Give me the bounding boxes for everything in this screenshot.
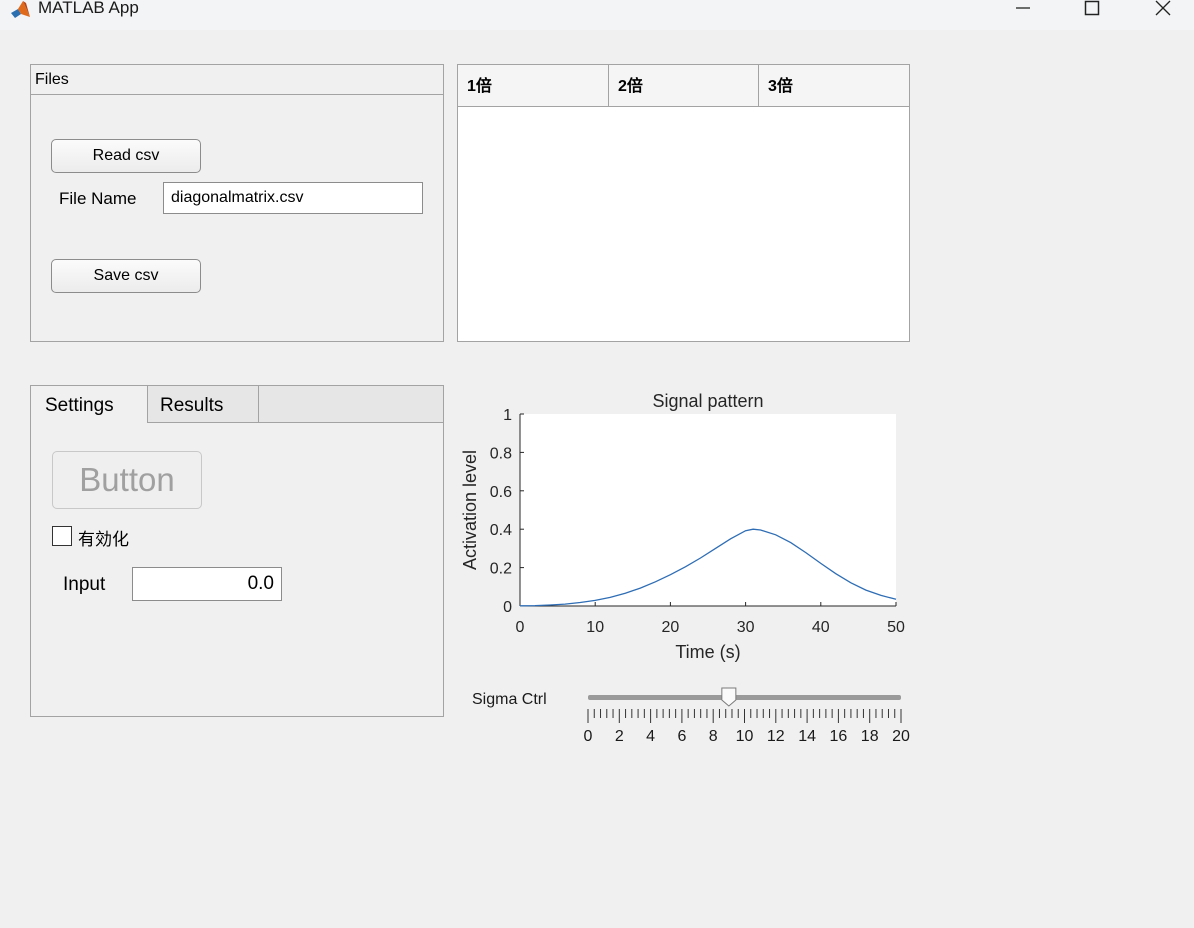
data-table[interactable]: 1倍 2倍 3倍 [457, 64, 910, 342]
sigma-slider[interactable]: Sigma Ctrl 0 2 4 6 8 10 12 14 16 18 20 [466, 682, 916, 748]
y-tick-label: 0 [503, 599, 512, 616]
file-name-field[interactable]: diagonalmatrix.csv [163, 182, 423, 214]
slider-tick-label: 10 [736, 728, 754, 745]
slider-track[interactable] [588, 695, 901, 700]
enable-checkbox[interactable] [52, 526, 72, 546]
panel-divider [31, 94, 443, 95]
tab-results[interactable]: Results [148, 386, 259, 422]
chart-title: Signal pattern [652, 391, 763, 411]
matlab-logo-icon [11, 1, 30, 18]
enable-checkbox-label: 有効化 [78, 530, 129, 550]
column-header-1x[interactable]: 1倍 [458, 65, 608, 106]
x-tick-label: 20 [662, 619, 680, 636]
slider-tick-label: 0 [584, 728, 593, 745]
y-tick-label: 0.8 [490, 445, 512, 462]
x-tick-label: 40 [812, 619, 830, 636]
minimize-icon [1016, 7, 1030, 9]
y-tick-label: 1 [503, 407, 512, 424]
slider-tick-label: 2 [615, 728, 624, 745]
input-field[interactable]: 0.0 [132, 567, 282, 601]
x-tick-label: 0 [516, 619, 525, 636]
x-tick-label: 30 [737, 619, 755, 636]
files-panel-title: Files [35, 71, 69, 88]
sigma-slider-label: Sigma Ctrl [472, 691, 547, 708]
y-axis-label: Activation level [460, 450, 480, 570]
table-header: 1倍 2倍 3倍 [458, 65, 909, 107]
slider-tick-label: 14 [798, 728, 816, 745]
slider-tick-label: 18 [861, 728, 879, 745]
minimize-button[interactable] [1000, 0, 1046, 20]
tab-group: Results Settings Button 有効化 Input 0.0 [30, 385, 444, 717]
tab-settings[interactable]: Settings [31, 386, 148, 423]
file-name-label: File Name [59, 189, 137, 208]
x-tick-label: 50 [887, 619, 905, 636]
close-icon [1155, 0, 1171, 16]
y-tick-label: 0.6 [490, 484, 512, 501]
plot-area [520, 414, 896, 606]
tab-strip: Results Settings [31, 386, 443, 423]
signal-chart: Signal pattern Time (s) Activation level… [460, 391, 905, 662]
maximize-icon [1084, 0, 1100, 16]
slider-tick-label: 12 [767, 728, 785, 745]
disabled-button[interactable]: Button [52, 451, 202, 509]
column-header-2x[interactable]: 2倍 [608, 65, 758, 106]
slider-tick-label: 4 [646, 728, 655, 745]
window-title: MATLAB App [38, 0, 139, 17]
files-panel: Files Read csv File Name diagonalmatrix.… [30, 64, 444, 342]
y-tick-label: 0.4 [490, 522, 512, 539]
input-label: Input [63, 574, 106, 595]
column-header-3x[interactable]: 3倍 [758, 65, 909, 106]
x-tick-label: 10 [586, 619, 604, 636]
y-tick-label: 0.2 [490, 561, 512, 578]
slider-tick-label: 16 [830, 728, 848, 745]
x-axis-label: Time (s) [675, 642, 740, 662]
read-csv-button[interactable]: Read csv [51, 139, 201, 173]
maximize-button[interactable] [1069, 0, 1115, 20]
save-csv-button[interactable]: Save csv [51, 259, 201, 293]
slider-tick-label: 20 [892, 728, 910, 745]
title-bar: MATLAB App [0, 0, 1194, 30]
slider-tick-label: 8 [709, 728, 718, 745]
slider-thumb[interactable] [721, 687, 737, 707]
close-button[interactable] [1140, 0, 1186, 20]
slider-tick-label: 6 [677, 728, 686, 745]
